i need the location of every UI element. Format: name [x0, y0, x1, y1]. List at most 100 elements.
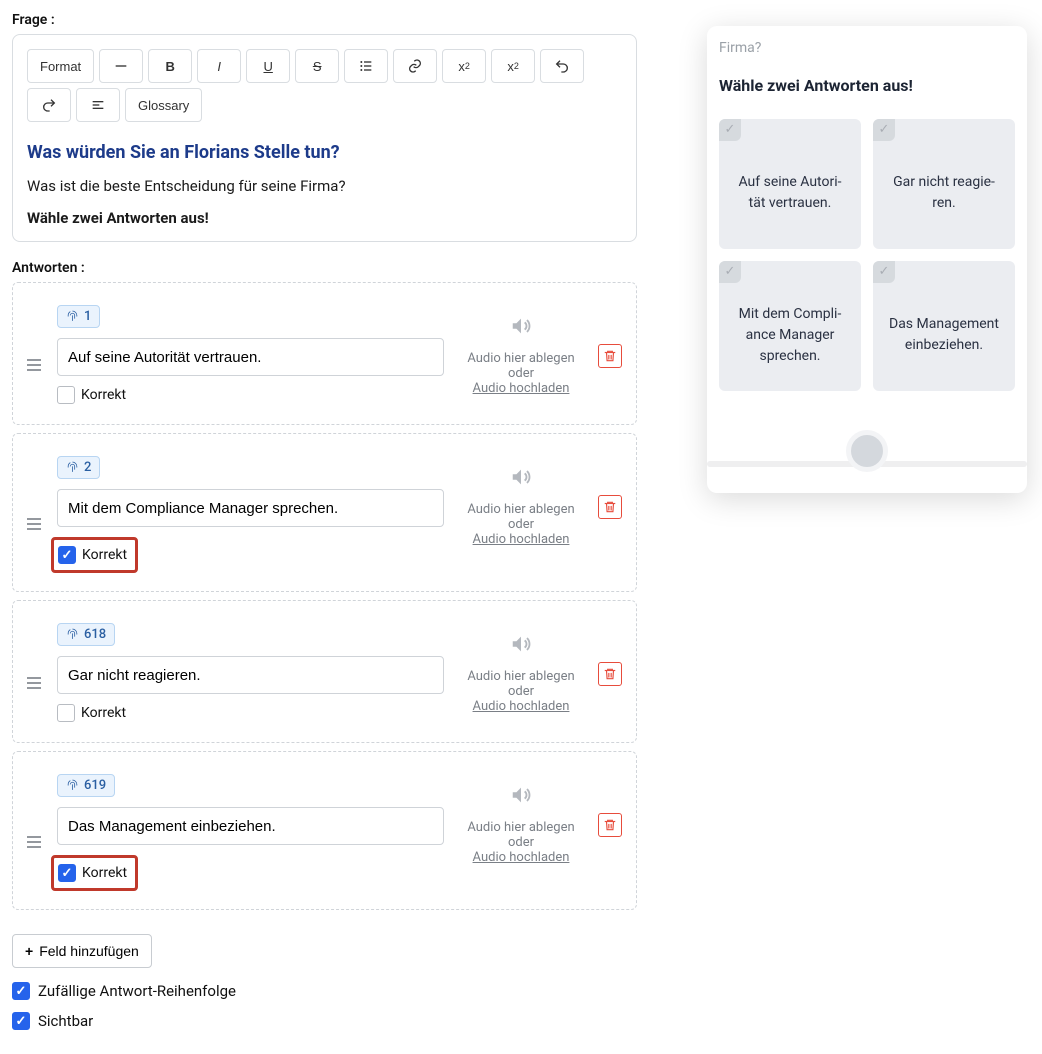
delete-answer-button[interactable]	[598, 344, 622, 368]
add-field-button[interactable]: + Feld hinzufügen	[12, 934, 152, 968]
audio-drop-text: Audio hier ablegen oder	[458, 820, 584, 850]
audio-drop-zone[interactable]: Audio hier ablegen oderAudio hochladen	[452, 623, 590, 724]
preview-card-label: Das Ma­nage­ment ein­be­zie­hen.	[887, 314, 1001, 356]
glossary-button[interactable]: Glossary	[125, 88, 202, 122]
audio-drop-zone[interactable]: Audio hier ablegen oderAudio hochladen	[452, 456, 590, 557]
answer-tag-number: 619	[84, 778, 106, 793]
answer-tag[interactable]: 618	[57, 623, 115, 646]
audio-drop-zone[interactable]: Audio hier ablegen oderAudio hochladen	[452, 305, 590, 406]
answers-section-label: Antworten :	[12, 260, 637, 276]
audio-column: Audio hier ablegen oderAudio hochladen	[452, 456, 622, 557]
correct-checkbox[interactable]	[58, 864, 76, 882]
drag-handle-icon[interactable]	[27, 359, 49, 371]
question-panel: Format B I U S x2 x2 Glossary Was würden…	[12, 34, 637, 242]
preview-card-label: Mit dem Com­pli­ance Ma­na­ger spre­chen…	[733, 304, 847, 367]
correct-toggle-row: Korrekt	[51, 855, 138, 891]
preview-card-grid: ✓ Auf seine Au­to­ri­tät ver­trau­en. ✓ Gar…	[719, 119, 1015, 391]
answer-row: 1 Korrekt Audio hier ablegen oderAudio hoc…	[12, 282, 637, 425]
superscript-icon[interactable]: x2	[442, 49, 486, 83]
delete-answer-button[interactable]	[598, 495, 622, 519]
undo-icon[interactable]	[540, 49, 584, 83]
strike-icon[interactable]: S	[295, 49, 339, 83]
visible-option: Sichtbar	[12, 1012, 637, 1030]
italic-icon[interactable]: I	[197, 49, 241, 83]
answer-row: 2 Korrekt Audio hier ablegen oderAudio hoc…	[12, 433, 637, 592]
underline-icon[interactable]: U	[246, 49, 290, 83]
correct-label: Korrekt	[81, 705, 126, 721]
answer-text-input[interactable]	[57, 338, 444, 376]
preview-card-label: Auf seine Au­to­ri­tät ver­trau­en.	[733, 172, 847, 214]
answer-text-input[interactable]	[57, 489, 444, 527]
drag-handle-icon[interactable]	[27, 518, 49, 530]
add-field-label: Feld hinzufügen	[39, 943, 139, 959]
subscript-icon[interactable]: x2	[491, 49, 535, 83]
question-section-label: Frage :	[12, 12, 637, 28]
audio-drop-text: Audio hier ablegen oder	[458, 502, 584, 532]
answer-row: 619 Korrekt Audio hier ablegen oderAudio h…	[12, 751, 637, 910]
drag-handle-icon[interactable]	[27, 836, 49, 848]
audio-upload-link[interactable]: Audio hochladen	[458, 381, 584, 396]
question-heading[interactable]: Was würden Sie an Florians Stelle tun?	[27, 142, 622, 163]
preview-answer-card[interactable]: ✓ Auf seine Au­to­ri­tät ver­trau­en.	[719, 119, 861, 249]
preview-pane: Firma? Wähle zwei Antworten aus! ✓ Auf se…	[707, 26, 1027, 493]
preview-answer-card[interactable]: ✓ Das Ma­nage­ment ein­be­zie­hen.	[873, 261, 1015, 391]
correct-toggle-row: Korrekt	[51, 537, 138, 573]
correct-toggle-row: Korrekt	[57, 386, 444, 404]
correct-checkbox[interactable]	[57, 386, 75, 404]
audio-drop-text: Audio hier ablegen oder	[458, 351, 584, 381]
question-instruction[interactable]: Wähle zwei Antworten aus!	[27, 209, 622, 227]
audio-column: Audio hier ablegen oderAudio hochladen	[452, 305, 622, 406]
answer-tag-number: 618	[84, 627, 106, 642]
preview-submit-knob[interactable]	[846, 430, 888, 472]
preview-title: Wähle zwei Antworten aus!	[719, 76, 1015, 95]
audio-column: Audio hier ablegen oderAudio hochladen	[452, 623, 622, 724]
hr-icon[interactable]	[99, 49, 143, 83]
delete-answer-button[interactable]	[598, 662, 622, 686]
correct-label: Korrekt	[81, 387, 126, 403]
correct-checkbox[interactable]	[58, 546, 76, 564]
answer-tag-number: 2	[84, 460, 91, 475]
redo-icon[interactable]	[27, 88, 71, 122]
speaker-icon	[458, 784, 584, 810]
answer-tag[interactable]: 2	[57, 456, 100, 479]
random-order-checkbox[interactable]	[12, 982, 30, 1000]
answer-text-input[interactable]	[57, 656, 444, 694]
audio-drop-zone[interactable]: Audio hier ablegen oderAudio hochladen	[452, 774, 590, 875]
preview-footer	[719, 421, 1015, 481]
check-icon: ✓	[873, 261, 895, 283]
preview-answer-card[interactable]: ✓ Gar nicht re­agie­ren.	[873, 119, 1015, 249]
speaker-icon	[458, 466, 584, 492]
answer-text-input[interactable]	[57, 807, 444, 845]
visible-label: Sichtbar	[38, 1012, 93, 1030]
question-body[interactable]: Was ist die beste Entscheidung für seine…	[27, 177, 622, 195]
correct-checkbox[interactable]	[57, 704, 75, 722]
visible-checkbox[interactable]	[12, 1012, 30, 1030]
audio-upload-link[interactable]: Audio hochladen	[458, 850, 584, 865]
random-order-option: Zufällige Antwort-Reihenfolge	[12, 982, 637, 1000]
check-icon: ✓	[719, 261, 741, 283]
preview-firma: Firma?	[719, 40, 1015, 56]
answer-tag[interactable]: 1	[57, 305, 100, 328]
answer-tag-number: 1	[84, 309, 91, 324]
correct-label: Korrekt	[82, 547, 127, 563]
speaker-icon	[458, 315, 584, 341]
answer-tag[interactable]: 619	[57, 774, 115, 797]
link-icon[interactable]	[393, 49, 437, 83]
random-order-label: Zufällige Antwort-Reihenfolge	[38, 982, 236, 1000]
preview-card-label: Gar nicht re­agie­ren.	[887, 172, 1001, 214]
drag-handle-icon[interactable]	[27, 677, 49, 689]
preview-answer-card[interactable]: ✓ Mit dem Com­pli­ance Ma­na­ger spre­che…	[719, 261, 861, 391]
check-icon: ✓	[873, 119, 895, 141]
align-icon[interactable]	[76, 88, 120, 122]
bold-icon[interactable]: B	[148, 49, 192, 83]
audio-upload-link[interactable]: Audio hochladen	[458, 699, 584, 714]
audio-upload-link[interactable]: Audio hochladen	[458, 532, 584, 547]
list-icon[interactable]	[344, 49, 388, 83]
format-dropdown[interactable]: Format	[27, 49, 94, 83]
audio-column: Audio hier ablegen oderAudio hochladen	[452, 774, 622, 875]
rich-text-toolbar: Format B I U S x2 x2 Glossary	[27, 49, 622, 122]
delete-answer-button[interactable]	[598, 813, 622, 837]
check-icon: ✓	[719, 119, 741, 141]
correct-label: Korrekt	[82, 865, 127, 881]
speaker-icon	[458, 633, 584, 659]
